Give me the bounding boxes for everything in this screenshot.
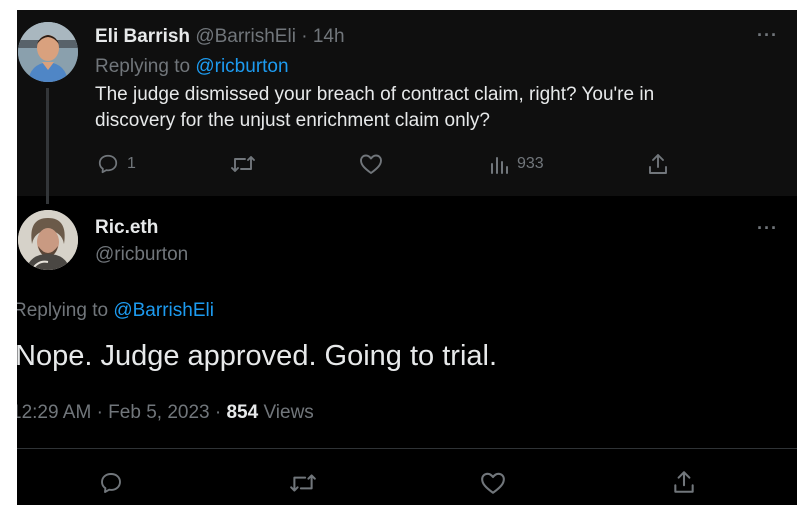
divider [17,448,797,449]
views-button[interactable]: 933 [489,153,544,175]
reply-button[interactable] [99,471,123,495]
tweet-metadata: 12:29 AM · Feb 5, 2023 · 854 Views [17,402,314,424]
author-handle[interactable]: @ricburton [95,244,188,265]
retweet-icon [290,474,316,492]
replying-to-label: Replying to [17,300,109,321]
like-button[interactable] [480,471,506,495]
retweet-button[interactable] [230,153,256,175]
heart-icon [360,154,382,174]
tweet-date[interactable]: Feb 5, 2023 [108,402,209,423]
avatar[interactable] [18,210,78,270]
author-display-name[interactable]: Eli Barrish [95,26,190,47]
avatar[interactable] [18,22,78,82]
reply-button[interactable]: 1 [97,153,136,175]
replying-to-line: Replying to @ricburton [95,56,289,78]
tweet-text-line: discovery for the unjust enrichment clai… [95,110,490,131]
thread-connector-line [46,88,49,204]
replying-to-handle-link[interactable]: @BarrishEli [113,300,214,321]
more-dots-icon: ··· [757,218,778,238]
tweet-text-line: The judge dismissed your breach of contr… [95,84,655,105]
share-button[interactable] [672,469,696,495]
reply-tweet[interactable]: Eli Barrish @BarrishEli · 14h ··· Replyi… [17,10,797,204]
retweet-button[interactable] [289,471,317,495]
heart-icon [481,472,505,494]
author-display-name-row: Ric.eth [95,217,158,239]
like-button[interactable] [359,153,383,175]
more-options-button[interactable]: ··· [757,218,778,239]
separator: · [214,402,222,423]
tweet-text: The judge dismissed your breach of contr… [95,82,785,134]
replying-to-handle-link[interactable]: @ricburton [195,56,288,77]
views-count: 933 [517,155,544,172]
replying-to-line: Replying to @BarrishEli [17,300,214,322]
replying-to-label: Replying to [95,56,191,77]
views-label: Views [263,402,314,423]
retweet-icon [231,156,255,172]
share-button[interactable] [647,152,669,176]
share-icon [649,154,667,174]
more-dots-icon: ··· [757,25,778,45]
reply-icon [101,473,121,493]
reply-icon [98,154,118,174]
tweet-text: Nope. Judge approved. Going to trial. [17,340,498,372]
separator: · [301,26,308,47]
share-icon [674,471,694,493]
author-handle[interactable]: @BarrishEli [195,26,296,47]
separator: · [96,402,103,423]
author-handle-row: @ricburton [95,244,188,266]
views-count[interactable]: 854 [226,402,258,423]
tweet-time[interactable]: 12:29 AM [17,402,91,423]
author-line: Eli Barrish @BarrishEli · 14h [95,26,345,48]
tweet-detail-view: Eli Barrish @BarrishEli · 14h ··· Replyi… [17,10,797,505]
more-options-button[interactable]: ··· [757,25,778,46]
views-bar-chart-icon [491,157,508,174]
author-display-name[interactable]: Ric.eth [95,217,158,238]
timestamp[interactable]: 14h [313,26,345,47]
reply-count: 1 [127,155,136,172]
